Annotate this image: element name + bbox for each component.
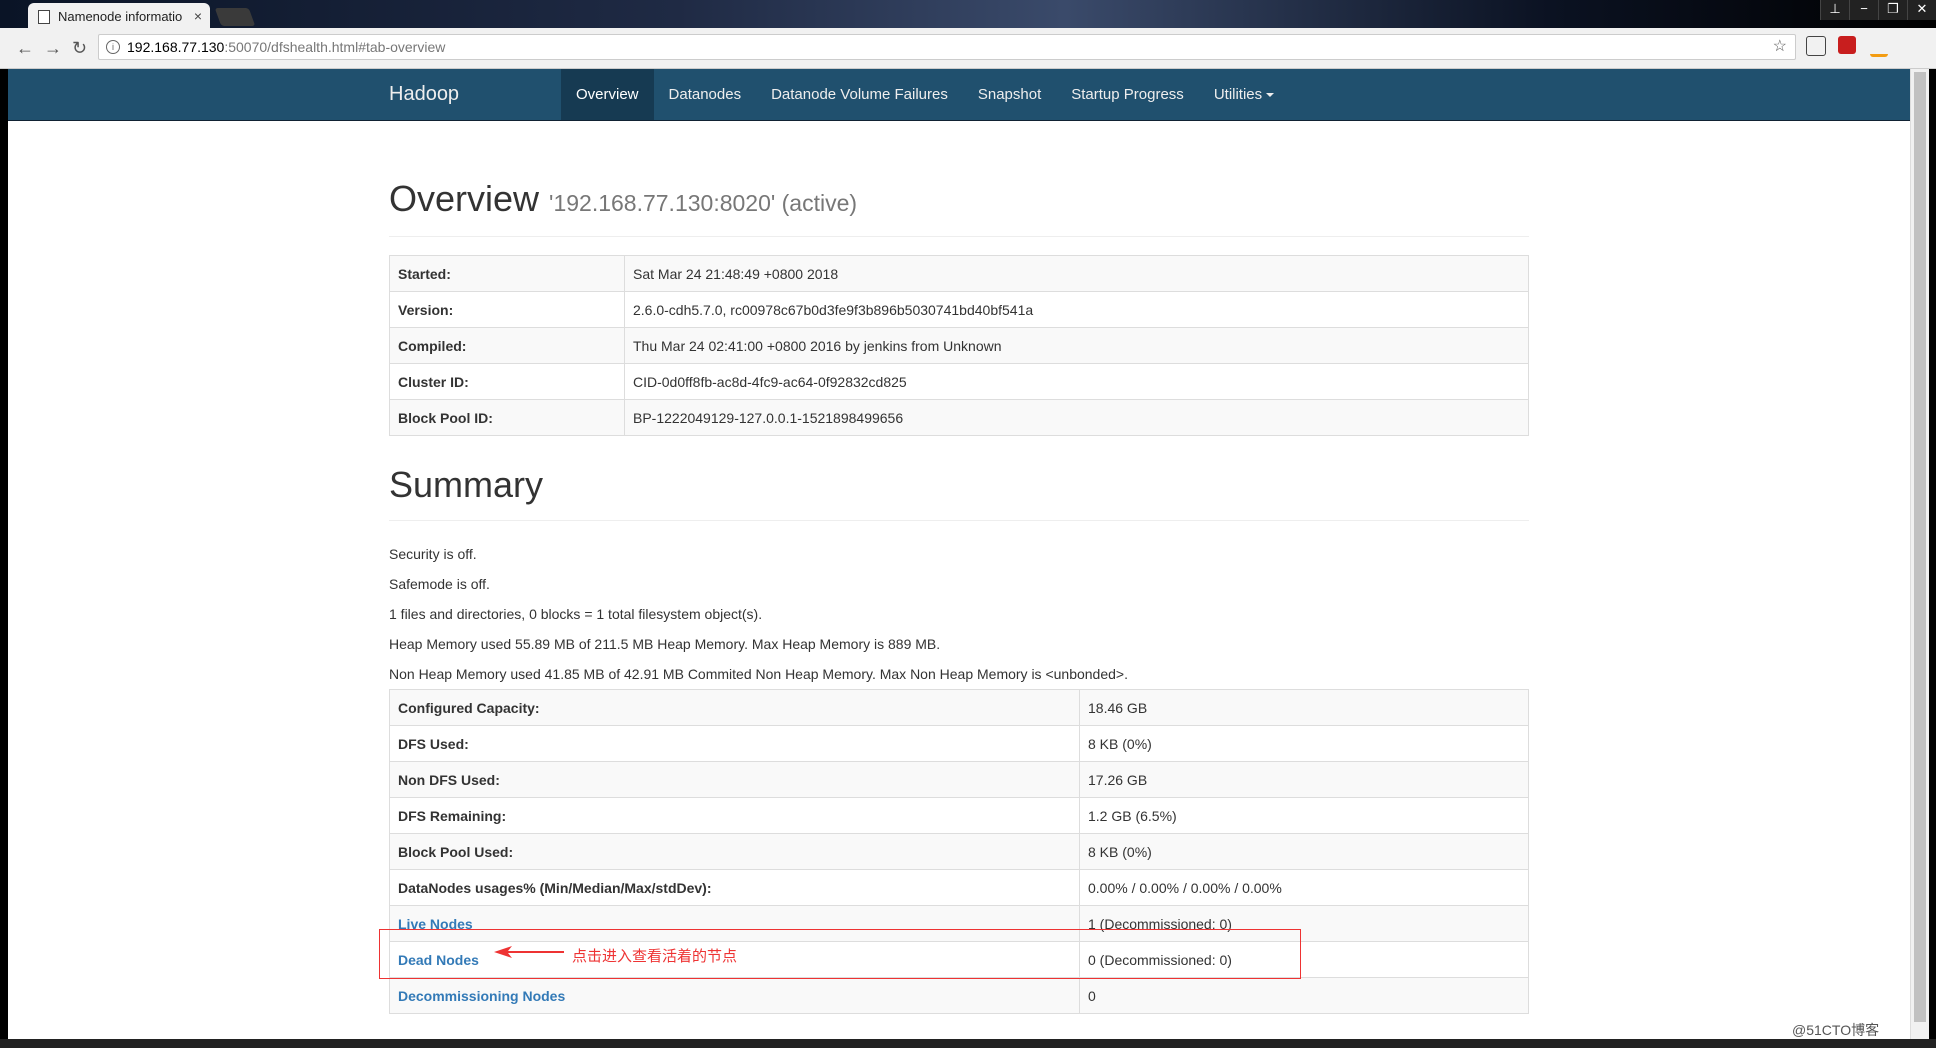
summary-line: Non Heap Memory used 41.85 MB of 42.91 M… <box>389 666 1128 682</box>
row-key: Started: <box>389 255 625 292</box>
overview-title: Overview <box>389 178 540 219</box>
overview-subtitle: '192.168.77.130:8020' (active) <box>549 190 858 216</box>
address-bar[interactable]: i 192.168.77.130:50070/dfshealth.html#tab… <box>98 34 1796 60</box>
table-row: DFS Used: 8 KB (0%) <box>389 725 1529 762</box>
row-value: 0 <box>1079 977 1529 1014</box>
nav-utilities-label: Utilities <box>1213 86 1263 103</box>
nav-menu: Overview Datanodes Datanode Volume Failu… <box>561 69 1289 120</box>
nav-datanode-volume-failures[interactable]: Datanode Volume Failures <box>756 69 963 120</box>
row-key: Configured Capacity: <box>389 689 1080 726</box>
summary-heading: Summary <box>389 464 1529 521</box>
summary-line: Heap Memory used 55.89 MB of 211.5 MB He… <box>389 636 941 652</box>
table-row: Version: 2.6.0-cdh5.7.0, rc00978c67b0d3fe… <box>389 291 1529 328</box>
summary-line: 1 files and directories, 0 blocks = 1 to… <box>389 606 763 622</box>
nav-datanodes[interactable]: Datanodes <box>654 69 757 120</box>
url-path: :50070/dfshealth.html#tab-overview <box>224 39 446 55</box>
close-tab-icon[interactable]: × <box>194 8 202 24</box>
close-window-button[interactable]: ✕ <box>1907 0 1936 20</box>
row-value: 18.46 GB <box>1079 689 1529 726</box>
table-row: Block Pool ID: BP-1222049129-127.0.0.1-15… <box>389 399 1529 436</box>
site-info-icon[interactable]: i <box>106 40 120 54</box>
back-icon[interactable]: ← <box>16 38 34 59</box>
hadoop-navbar: Hadoop Overview Datanodes Datanode Volum… <box>8 69 1910 121</box>
user-icon[interactable]: ⊥ <box>1820 0 1849 20</box>
forward-icon[interactable]: → <box>44 38 62 59</box>
pdf-extension-icon[interactable] <box>1838 36 1856 54</box>
main-content: Overview '192.168.77.130:8020' (active) … <box>389 120 1529 1014</box>
overview-table: Started: Sat Mar 24 21:48:49 +0800 2018 V… <box>389 255 1529 436</box>
table-row: Non DFS Used: 17.26 GB <box>389 761 1529 798</box>
reload-icon[interactable]: ↻ <box>72 38 87 59</box>
row-key: Compiled: <box>389 327 625 364</box>
row-value: Sat Mar 24 21:48:49 +0800 2018 <box>624 255 1529 292</box>
row-key: DFS Used: <box>389 725 1080 762</box>
overview-heading: Overview '192.168.77.130:8020' (active) <box>389 178 1529 237</box>
annotation-arrow-icon <box>494 946 564 958</box>
brand-logo[interactable]: Hadoop <box>389 83 459 106</box>
watermark: @51CTO博客 <box>1792 1022 1880 1038</box>
table-row: Block Pool Used: 8 KB (0%) <box>389 833 1529 870</box>
row-key: Cluster ID: <box>389 363 625 400</box>
restore-button[interactable]: ❐ <box>1878 0 1907 20</box>
row-value: 8 KB (0%) <box>1079 725 1529 762</box>
row-value: 2.6.0-cdh5.7.0, rc00978c67b0d3fe9f3b896b… <box>624 291 1529 328</box>
new-tab-button[interactable] <box>214 8 256 26</box>
row-value: CID-0d0ff8fb-ac8d-4fc9-ac64-0f92832cd825 <box>624 363 1529 400</box>
row-key: Non DFS Used: <box>389 761 1080 798</box>
decommissioning-nodes-link[interactable]: Decommissioning Nodes <box>398 988 565 1004</box>
row-value: 17.26 GB <box>1079 761 1529 798</box>
decommissioning-nodes-cell: Decommissioning Nodes <box>389 977 1080 1014</box>
table-row: Compiled: Thu Mar 24 02:41:00 +0800 2016 … <box>389 327 1529 364</box>
nav-startup-progress[interactable]: Startup Progress <box>1056 69 1199 120</box>
summary-line: Security is off. <box>389 546 477 562</box>
minimize-button[interactable]: − <box>1849 0 1878 20</box>
amazon-extension-icon[interactable] <box>1870 36 1888 57</box>
page-viewport: Hadoop Overview Datanodes Datanode Volum… <box>8 69 1910 1039</box>
row-value: Thu Mar 24 02:41:00 +0800 2016 by jenkin… <box>624 327 1529 364</box>
scrollbar-thumb[interactable] <box>1914 72 1926 1022</box>
browser-toolbar: ← → ↻ i 192.168.77.130:50070/dfshealth.ht… <box>0 28 1936 69</box>
annotation-text: 点击进入查看活着的节点 <box>572 948 738 965</box>
url-host: 192.168.77.130 <box>127 39 225 55</box>
row-key: Version: <box>389 291 625 328</box>
nav-overview[interactable]: Overview <box>561 69 654 120</box>
row-value: 8 KB (0%) <box>1079 833 1529 870</box>
nav-utilities[interactable]: Utilities <box>1199 69 1289 120</box>
row-key: Block Pool ID: <box>389 399 625 436</box>
table-row: Decommissioning Nodes 0 <box>389 977 1529 1014</box>
bottom-strip <box>0 1039 1936 1048</box>
caret-down-icon <box>1266 93 1275 98</box>
table-row: DFS Remaining: 1.2 GB (6.5%) <box>389 797 1529 834</box>
table-row: Started: Sat Mar 24 21:48:49 +0800 2018 <box>389 255 1529 292</box>
table-row: Configured Capacity: 18.46 GB <box>389 689 1529 726</box>
table-row: Cluster ID: CID-0d0ff8fb-ac8d-4fc9-ac64-0… <box>389 363 1529 400</box>
extension-icon[interactable] <box>1806 36 1826 56</box>
tab-title: Namenode informatio <box>58 9 183 24</box>
window-controls: ⊥ − ❐ ✕ <box>1820 0 1936 20</box>
summary-line: Safemode is off. <box>389 576 490 592</box>
row-key: DataNodes usages% (Min/Median/Max/stdDev… <box>389 869 1080 906</box>
browser-tab[interactable]: Namenode informatio × <box>28 3 210 28</box>
table-row: DataNodes usages% (Min/Median/Max/stdDev… <box>389 869 1529 906</box>
bookmark-star-icon[interactable]: ☆ <box>1773 35 1787 59</box>
browser-titlebar: Namenode informatio × ⊥ − ❐ ✕ <box>0 0 1936 28</box>
row-value: 1.2 GB (6.5%) <box>1079 797 1529 834</box>
vertical-scrollbar[interactable] <box>1910 69 1929 1039</box>
row-value: BP-1222049129-127.0.0.1-1521898499656 <box>624 399 1529 436</box>
row-key: Block Pool Used: <box>389 833 1080 870</box>
page-icon <box>38 10 50 24</box>
row-value: 0.00% / 0.00% / 0.00% / 0.00% <box>1079 869 1529 906</box>
nav-snapshot[interactable]: Snapshot <box>963 69 1056 120</box>
row-key: DFS Remaining: <box>389 797 1080 834</box>
